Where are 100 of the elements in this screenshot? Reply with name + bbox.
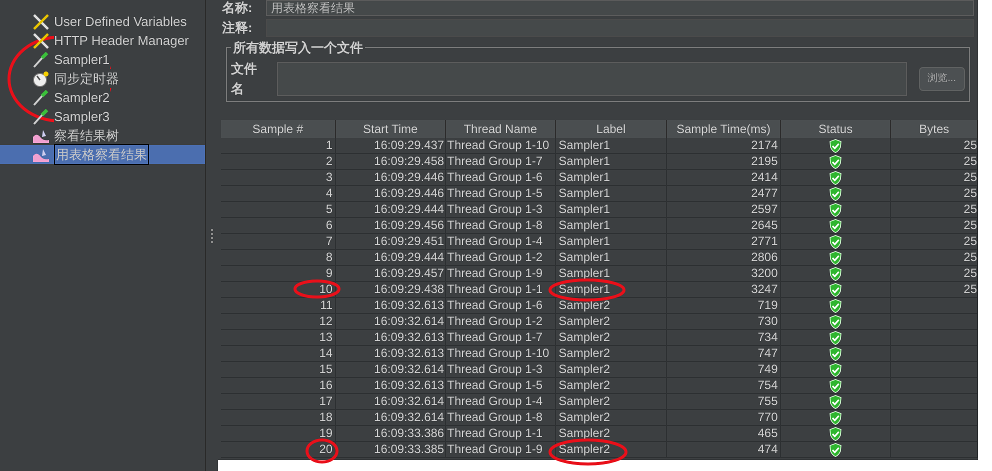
table-cell: Sampler1	[558, 154, 610, 169]
tree-item[interactable]: Sampler3	[0, 107, 205, 126]
table-cell: 7	[326, 234, 333, 249]
stopwatch-icon	[32, 70, 50, 86]
table-cell: 16:09:32.613	[374, 298, 444, 313]
table-cell: Sampler1	[558, 234, 610, 249]
table-cell: 16	[319, 378, 333, 393]
table-cell: Sampler1	[558, 250, 610, 265]
table-cell: 25	[964, 138, 977, 153]
table-cell: 14	[319, 346, 333, 361]
tree-item[interactable]: 察看结果树	[0, 126, 205, 145]
table-cell: 3247	[751, 282, 778, 297]
table-cell: 2597	[751, 202, 778, 217]
table-cell: Sampler1	[558, 138, 610, 153]
table-cell: Sampler2	[558, 442, 610, 457]
table-cell: Thread Group 1-9	[447, 442, 542, 457]
table-cell: Sampler1	[558, 282, 610, 297]
tools-icon	[32, 14, 50, 30]
tree-item[interactable]: Sampler1	[0, 50, 205, 69]
table-cell: Sampler2	[558, 426, 610, 441]
table-cell: Thread Group 1-8	[447, 218, 542, 233]
table-cell: 16:09:29.456	[374, 218, 444, 233]
table-cell: 25	[964, 154, 977, 169]
field-label: 注释:	[222, 19, 254, 38]
table-cell: Thread Group 1-3	[447, 202, 542, 217]
table-cell: 20	[319, 442, 333, 457]
filename-field[interactable]	[276, 62, 907, 96]
table-cell: 11	[320, 298, 333, 313]
table-cell: Thread Group 1-9	[447, 266, 542, 281]
table-cell: 2195	[751, 154, 778, 169]
table-cell: 16:09:29.444	[374, 202, 444, 217]
table-cell: 16:09:29.451	[374, 234, 444, 249]
field-label: 文件名	[231, 60, 258, 98]
name-field[interactable]: 用表格察看结果	[266, 0, 974, 16]
table-cell: Thread Group 1-8	[447, 410, 542, 425]
browse-button[interactable]: 浏览...	[918, 66, 965, 90]
table-cell: Sampler2	[558, 346, 610, 361]
table-cell: 4	[326, 186, 333, 201]
table-cell: 747	[758, 346, 778, 361]
table-cell: 25	[964, 266, 977, 281]
splitter[interactable]	[205, 0, 218, 471]
dropper-icon	[32, 52, 50, 68]
tree-item[interactable]: 用表格察看结果	[0, 145, 205, 164]
table-cell: 755	[758, 394, 778, 409]
table-cell: 749	[758, 362, 778, 377]
table-cell: 16:09:29.438	[374, 282, 444, 297]
table-cell: 754	[758, 378, 778, 393]
table-cell: 2806	[751, 250, 778, 265]
table-cell: Thread Group 1-6	[447, 298, 542, 313]
table-cell: Sampler1	[558, 218, 610, 233]
table-cell: 16:09:29.457	[374, 266, 444, 281]
table-cell: 730	[758, 314, 778, 329]
table-cell: 734	[758, 330, 778, 345]
dropper-icon	[32, 90, 50, 106]
table-cell: 6	[326, 218, 333, 233]
table-cell: 16:09:33.385	[374, 442, 444, 457]
table-cell: Thread Group 1-2	[447, 250, 542, 265]
highlight-circle	[294, 280, 340, 298]
chart-icon	[32, 146, 50, 162]
table-cell: 25	[964, 250, 977, 265]
table-cell: 12	[319, 314, 333, 329]
table-cell: 16:09:32.613	[374, 378, 444, 393]
table-cell: Sampler2	[558, 314, 610, 329]
table-cell: Thread Group 1-3	[447, 362, 542, 377]
table-cell: 770	[758, 410, 778, 425]
table-cell: Thread Group 1-7	[447, 154, 542, 169]
table-cell: 9	[326, 266, 333, 281]
table-cell: 16:09:32.614	[374, 314, 444, 329]
dropper-icon	[32, 108, 50, 124]
table-cell: 16:09:29.437	[374, 138, 444, 153]
field-label: 名称:	[222, 0, 254, 18]
table-cell: 465	[758, 426, 778, 441]
table-cell: 10	[319, 282, 333, 297]
table-cell: 8	[326, 250, 333, 265]
table-cell: 25	[964, 202, 977, 217]
table-cell: Sampler1	[558, 186, 610, 201]
table-cell: 25	[964, 186, 977, 201]
table-cell: 2	[326, 154, 333, 169]
table-cell: 16:09:33.386	[374, 426, 444, 441]
table-cell: 25	[964, 170, 977, 185]
table-cell: Thread Group 1-7	[447, 330, 542, 345]
table-cell: 3	[326, 170, 333, 185]
table-cell: Sampler2	[558, 362, 610, 377]
table-cell: 13	[319, 330, 333, 345]
table-cell: Sampler1	[558, 170, 610, 185]
tree-item[interactable]: Sampler2	[0, 88, 205, 107]
table-cell: 2477	[751, 186, 778, 201]
table-cell: 15	[319, 362, 333, 377]
table-cell: 1	[326, 138, 333, 153]
table-cell: 3200	[751, 266, 778, 281]
table-cell: 719	[758, 298, 778, 313]
tree-item[interactable]: 同步定时器	[0, 69, 205, 88]
table-cell: 16:09:29.446	[374, 170, 444, 185]
table-cell: Sampler2	[558, 330, 610, 345]
highlight-circle	[306, 438, 338, 464]
table-cell: Thread Group 1-10	[447, 138, 550, 153]
table-cell: Sampler1	[558, 202, 610, 217]
table-cell: Thread Group 1-2	[447, 314, 542, 329]
table-cell: Sampler2	[558, 378, 610, 393]
table-cell: 17	[319, 394, 333, 409]
